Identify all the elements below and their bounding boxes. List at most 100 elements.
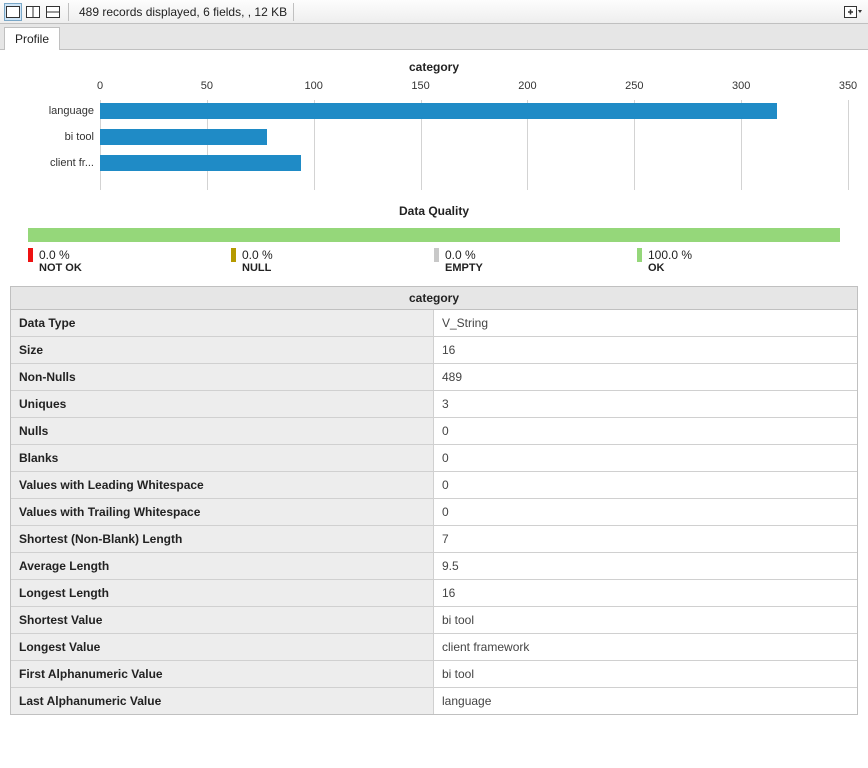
dq-swatch-icon [231, 248, 236, 262]
dq-swatch-icon [637, 248, 642, 262]
x-tick: 200 [518, 80, 536, 92]
dq-pct: 0.0 % [242, 248, 273, 262]
table-row: Uniques3 [11, 390, 857, 417]
view-split-vert-icon[interactable] [24, 3, 42, 21]
view-single-icon[interactable] [4, 3, 22, 21]
detail-value: 0 [434, 445, 857, 471]
bar-label: client fr... [12, 157, 100, 169]
detail-value: V_String [434, 310, 857, 336]
detail-label: Values with Trailing Whitespace [11, 499, 434, 525]
x-tick: 350 [839, 80, 857, 92]
x-tick: 100 [305, 80, 323, 92]
detail-value: 0 [434, 472, 857, 498]
bar-row: language [100, 100, 848, 122]
x-tick: 300 [732, 80, 750, 92]
table-row: Blanks0 [11, 444, 857, 471]
table-row: Values with Leading Whitespace0 [11, 471, 857, 498]
detail-label: Nulls [11, 418, 434, 444]
table-row: Data TypeV_String [11, 310, 857, 336]
dq-label: NULL [242, 262, 273, 274]
grid-line [848, 100, 849, 190]
dq-metric-null: 0.0 %NULL [231, 248, 434, 274]
table-row: Non-Nulls489 [11, 363, 857, 390]
detail-label: Average Length [11, 553, 434, 579]
toolbar-separator [293, 3, 294, 21]
detail-value: 0 [434, 418, 857, 444]
details-header: category [11, 287, 857, 310]
table-row: Size16 [11, 336, 857, 363]
dq-pct: 0.0 % [39, 248, 82, 262]
chart-bars: language bi tool client fr... [100, 100, 848, 190]
detail-value: 9.5 [434, 553, 857, 579]
table-row: Nulls0 [11, 417, 857, 444]
bar-label: bi tool [12, 131, 100, 143]
dq-swatch-icon [434, 248, 439, 262]
add-panel-button[interactable] [842, 3, 864, 21]
bar-label: language [12, 105, 100, 117]
bar-row: client fr... [100, 152, 848, 174]
detail-label: First Alphanumeric Value [11, 661, 434, 687]
bar [100, 129, 267, 145]
table-row: First Alphanumeric Valuebi tool [11, 660, 857, 687]
table-row: Longest Length16 [11, 579, 857, 606]
dq-swatch-icon [28, 248, 33, 262]
view-split-horiz-icon[interactable] [44, 3, 62, 21]
detail-value: bi tool [434, 661, 857, 687]
status-text: 489 records displayed, 6 fields, , 12 KB [75, 5, 287, 19]
detail-label: Data Type [11, 310, 434, 336]
toolbar-separator [68, 3, 69, 21]
details-rows: Data TypeV_StringSize16Non-Nulls489Uniqu… [11, 310, 857, 714]
data-quality-section: Data Quality 0.0 %NOT OK0.0 %NULL0.0 %EM… [10, 204, 858, 274]
dq-pct: 100.0 % [648, 248, 692, 262]
detail-value: bi tool [434, 607, 857, 633]
dq-metric-notok: 0.0 %NOT OK [28, 248, 231, 274]
x-tick: 250 [625, 80, 643, 92]
bar [100, 155, 301, 171]
table-row: Shortest (Non-Blank) Length7 [11, 525, 857, 552]
detail-value: 7 [434, 526, 857, 552]
detail-label: Blanks [11, 445, 434, 471]
data-quality-strip [28, 228, 840, 242]
x-tick: 50 [201, 80, 213, 92]
chart-x-axis: 050100150200250300350 [100, 80, 848, 100]
detail-value: 16 [434, 580, 857, 606]
profile-panel: category 050100150200250300350 languageb… [0, 50, 868, 735]
chart-title: category [10, 60, 858, 74]
bar-row: bi tool [100, 126, 848, 148]
dq-metric-ok: 100.0 %OK [637, 248, 840, 274]
dq-metric-empty: 0.0 %EMPTY [434, 248, 637, 274]
dq-label: NOT OK [39, 262, 82, 274]
category-bar-chart: category 050100150200250300350 languageb… [10, 60, 858, 190]
detail-label: Values with Leading Whitespace [11, 472, 434, 498]
table-row: Values with Trailing Whitespace0 [11, 498, 857, 525]
detail-label: Longest Value [11, 634, 434, 660]
dq-pct: 0.0 % [445, 248, 483, 262]
detail-value: 489 [434, 364, 857, 390]
table-row: Last Alphanumeric Valuelanguage [11, 687, 857, 714]
detail-label: Size [11, 337, 434, 363]
details-table: category Data TypeV_StringSize16Non-Null… [10, 286, 858, 715]
detail-label: Uniques [11, 391, 434, 417]
detail-label: Longest Length [11, 580, 434, 606]
detail-value: language [434, 688, 857, 714]
table-row: Shortest Valuebi tool [11, 606, 857, 633]
detail-label: Shortest Value [11, 607, 434, 633]
tab-profile[interactable]: Profile [4, 27, 60, 50]
detail-value: 3 [434, 391, 857, 417]
detail-label: Non-Nulls [11, 364, 434, 390]
x-tick: 0 [97, 80, 103, 92]
x-tick: 150 [411, 80, 429, 92]
detail-value: 16 [434, 337, 857, 363]
data-quality-legend: 0.0 %NOT OK0.0 %NULL0.0 %EMPTY100.0 %OK [28, 248, 840, 274]
data-quality-title: Data Quality [10, 204, 858, 218]
table-row: Average Length9.5 [11, 552, 857, 579]
detail-label: Shortest (Non-Blank) Length [11, 526, 434, 552]
detail-label: Last Alphanumeric Value [11, 688, 434, 714]
dq-label: OK [648, 262, 692, 274]
toolbar: 489 records displayed, 6 fields, , 12 KB [0, 0, 868, 24]
table-row: Longest Valueclient framework [11, 633, 857, 660]
bar [100, 103, 777, 119]
chart-plot-area: 050100150200250300350 languagebi toolcli… [100, 80, 848, 190]
detail-value: 0 [434, 499, 857, 525]
tabstrip: Profile [0, 24, 868, 50]
